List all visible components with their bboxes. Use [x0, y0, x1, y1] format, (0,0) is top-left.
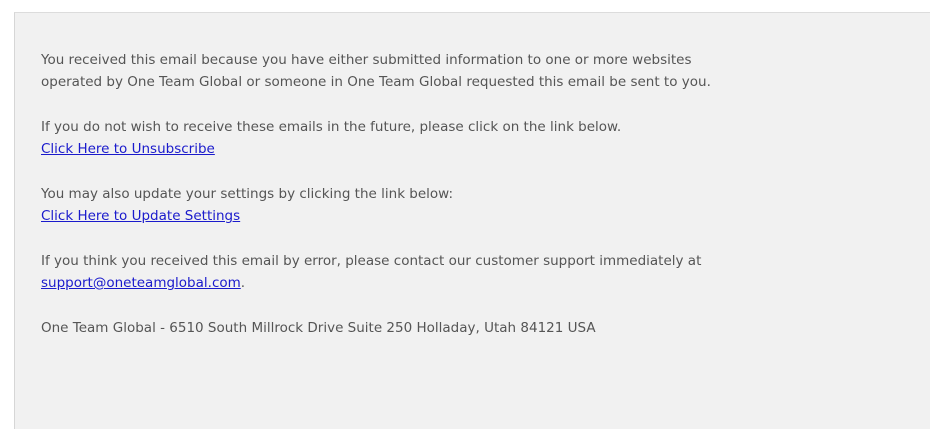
support-suffix: .	[240, 275, 246, 291]
support-email-row: support@oneteamglobal.com.	[41, 272, 901, 294]
support-email-link[interactable]: support@oneteamglobal.com	[41, 275, 241, 291]
settings-link-row: Click Here to Update Settings	[41, 205, 901, 227]
intro-paragraph: You received this email because you have…	[41, 49, 901, 93]
email-footer-content: You received this email because you have…	[41, 49, 901, 339]
unsubscribe-link[interactable]: Click Here to Unsubscribe	[41, 141, 215, 157]
company-address: One Team Global - 6510 South Millrock Dr…	[41, 320, 596, 336]
update-settings-link[interactable]: Click Here to Update Settings	[41, 208, 240, 224]
settings-text: You may also update your settings by cli…	[41, 186, 454, 202]
unsubscribe-link-row: Click Here to Unsubscribe	[41, 138, 901, 160]
intro-line-2: operated by One Team Global or someone i…	[41, 74, 711, 90]
intro-line-1: You received this email because you have…	[41, 52, 692, 68]
support-paragraph: If you think you received this email by …	[41, 250, 901, 294]
address-paragraph: One Team Global - 6510 South Millrock Dr…	[41, 317, 901, 339]
email-footer-panel: You received this email because you have…	[14, 12, 930, 429]
settings-paragraph: You may also update your settings by cli…	[41, 183, 901, 227]
unsubscribe-text: If you do not wish to receive these emai…	[41, 119, 622, 135]
error-text: If you think you received this email by …	[41, 253, 702, 269]
unsubscribe-paragraph: If you do not wish to receive these emai…	[41, 116, 901, 160]
